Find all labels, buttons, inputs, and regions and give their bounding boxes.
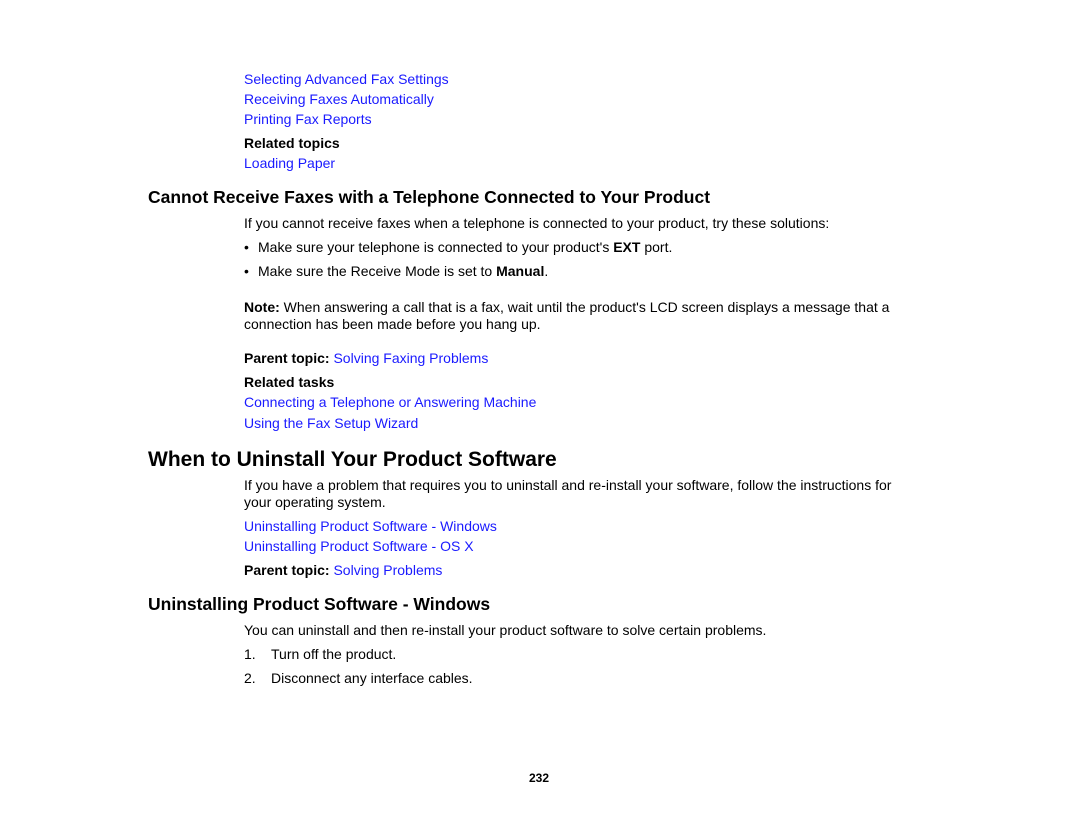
note-line-2: connection has been made before you hang… bbox=[244, 316, 541, 332]
step-number: 2. bbox=[244, 670, 256, 686]
link-connecting-telephone[interactable]: Connecting a Telephone or Answering Mach… bbox=[244, 394, 536, 411]
related-topics-label: Related topics bbox=[244, 135, 340, 151]
bullet-item: • Make sure the Receive Mode is set to Ma… bbox=[244, 263, 548, 280]
bullet-glyph: • bbox=[244, 239, 249, 255]
link-selecting-advanced-fax-settings[interactable]: Selecting Advanced Fax Settings bbox=[244, 71, 449, 88]
bullet-item: • Make sure your telephone is connected t… bbox=[244, 239, 672, 256]
bullet-bold-ext: EXT bbox=[613, 239, 641, 255]
bullet-bold-manual: Manual bbox=[496, 263, 545, 279]
note-text: When answering a call that is a fax, wai… bbox=[279, 299, 890, 315]
note-line-1: Note: When answering a call that is a fa… bbox=[244, 299, 889, 316]
parent-topic-solving: Parent topic: Solving Problems bbox=[244, 562, 442, 579]
parent-topic-faxing: Parent topic: Solving Faxing Problems bbox=[244, 350, 488, 367]
bullet-text-end: port. bbox=[640, 239, 673, 255]
bullet-text-end: . bbox=[544, 263, 549, 279]
link-solving-faxing-problems[interactable]: Solving Faxing Problems bbox=[333, 350, 488, 366]
section-heading-when-to-uninstall: When to Uninstall Your Product Software bbox=[148, 448, 557, 471]
section2-intro-line-2: your operating system. bbox=[244, 494, 386, 510]
link-solving-problems[interactable]: Solving Problems bbox=[333, 562, 442, 578]
section1-intro: If you cannot receive faxes when a telep… bbox=[244, 215, 830, 231]
section-heading-uninstalling-windows: Uninstalling Product Software - Windows bbox=[148, 594, 491, 614]
link-receiving-faxes-automatically[interactable]: Receiving Faxes Automatically bbox=[244, 91, 434, 108]
page-number: 232 bbox=[529, 771, 550, 785]
section3-intro: You can uninstall and then re-install yo… bbox=[244, 622, 767, 638]
related-tasks-label: Related tasks bbox=[244, 374, 335, 390]
step-text: Disconnect any interface cables. bbox=[271, 670, 473, 686]
bullet-text: Make sure your telephone is connected to… bbox=[258, 239, 614, 255]
link-fax-setup-wizard[interactable]: Using the Fax Setup Wizard bbox=[244, 415, 418, 432]
section-heading-cannot-receive-faxes: Cannot Receive Faxes with a Telephone Co… bbox=[148, 187, 711, 207]
bullet-text: Make sure the Receive Mode is set to bbox=[258, 263, 497, 279]
step-number: 1. bbox=[244, 646, 256, 662]
note-label: Note: bbox=[244, 299, 280, 315]
link-uninstall-windows[interactable]: Uninstalling Product Software - Windows bbox=[244, 518, 497, 535]
parent-topic-label: Parent topic: bbox=[244, 562, 330, 578]
step-text: Turn off the product. bbox=[271, 646, 397, 662]
parent-topic-label: Parent topic: bbox=[244, 350, 330, 366]
link-printing-fax-reports[interactable]: Printing Fax Reports bbox=[244, 111, 372, 128]
link-loading-paper[interactable]: Loading Paper bbox=[244, 155, 335, 172]
section2-intro-line-1: If you have a problem that requires you … bbox=[244, 477, 892, 493]
bullet-glyph: • bbox=[244, 263, 249, 279]
link-uninstall-osx[interactable]: Uninstalling Product Software - OS X bbox=[244, 538, 474, 555]
step-item: 1. Turn off the product. bbox=[244, 646, 396, 663]
step-item: 2. Disconnect any interface cables. bbox=[244, 670, 473, 687]
